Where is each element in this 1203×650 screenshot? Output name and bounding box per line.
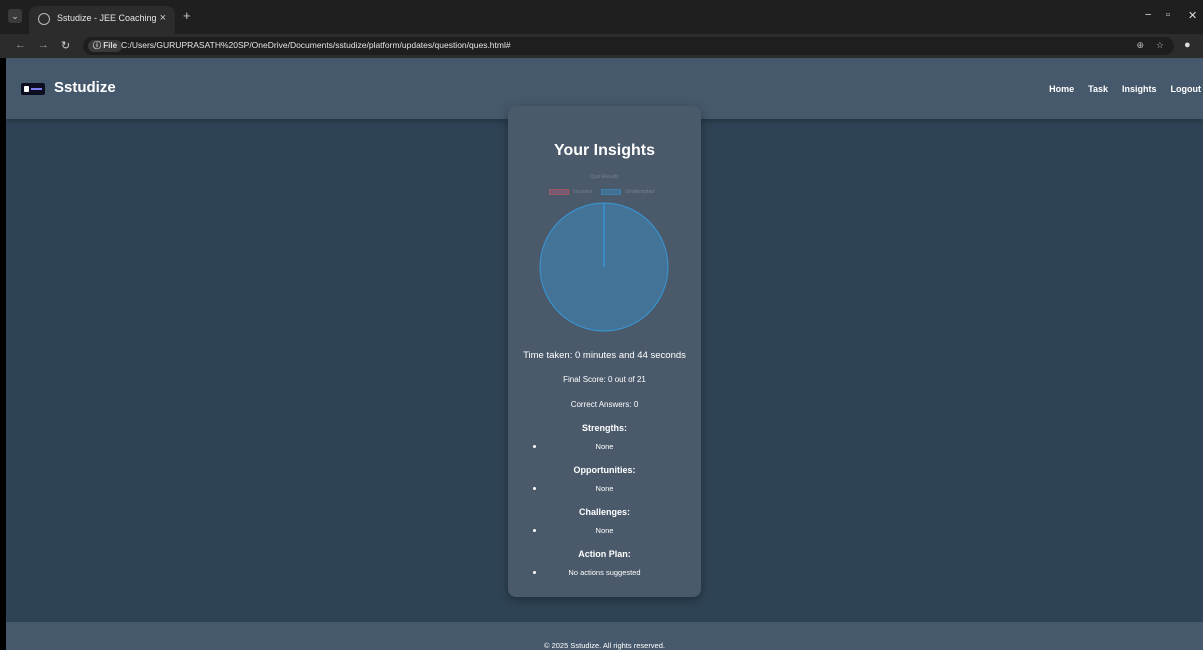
- strengths-item: None: [595, 442, 614, 451]
- results-pie-chart: [539, 202, 669, 332]
- nav-insights[interactable]: Insights: [1122, 84, 1157, 94]
- browser-tab[interactable]: Sstudize - JEE Coaching ×: [29, 6, 175, 34]
- reload-icon[interactable]: ↻: [61, 39, 70, 52]
- tab-close-icon[interactable]: ×: [160, 12, 166, 24]
- url-text[interactable]: C:/Users/GURUPRASATH%20SP/OneDrive/Docum…: [121, 40, 511, 50]
- correct-answers: Correct Answers: 0: [570, 400, 639, 409]
- nav-links: Home Task Insights Logout: [1049, 84, 1201, 94]
- challenges-heading: Challenges:: [578, 507, 630, 517]
- page-viewport: Sstudize Home Task Insights Logout Your …: [6, 58, 1203, 650]
- minimize-icon[interactable]: −: [1145, 9, 1151, 21]
- legend-label-incorrect[interactable]: Incorrect: [573, 189, 592, 195]
- legend-swatch-incorrect[interactable]: [549, 189, 569, 195]
- nav-home[interactable]: Home: [1049, 84, 1074, 94]
- browser-toolbar: ← → ↻ ⓘ File C:/Users/GURUPRASATH%20SP/O…: [0, 34, 1203, 58]
- footer-copyright: © 2025 Sstudize. All rights reserved.: [543, 641, 665, 650]
- final-score: Final Score: 0 out of 21: [563, 375, 646, 384]
- challenges-item: None: [595, 526, 614, 535]
- opportunities-item: None: [595, 484, 614, 493]
- action-plan-heading: Action Plan:: [578, 549, 631, 559]
- browser-tabstrip: ⌄ Sstudize - JEE Coaching × + − ▫ ✕: [0, 0, 1203, 34]
- opportunities-heading: Opportunities:: [573, 465, 636, 475]
- close-window-icon[interactable]: ✕: [1188, 9, 1197, 22]
- forward-icon[interactable]: →: [38, 39, 49, 51]
- profile-icon[interactable]: ●: [1184, 39, 1191, 51]
- strengths-heading: Strengths:: [582, 423, 627, 433]
- nav-logout[interactable]: Logout: [1171, 84, 1202, 94]
- globe-icon: [38, 13, 50, 25]
- bookmark-star-icon[interactable]: ☆: [1156, 40, 1164, 51]
- brand-name[interactable]: Sstudize: [54, 79, 116, 96]
- legend-swatch-unattempted[interactable]: [601, 189, 622, 195]
- zoom-icon[interactable]: ⊕: [1136, 40, 1144, 51]
- address-bar[interactable]: ⓘ File C:/Users/GURUPRASATH%20SP/OneDriv…: [83, 37, 1174, 55]
- tab-search-icon[interactable]: ⌄: [8, 9, 22, 23]
- chart-title: Quiz Results: [590, 174, 619, 180]
- insights-card: Your Insights Quiz Results Incorrect Una…: [508, 106, 701, 597]
- sstudize-logo[interactable]: [21, 83, 45, 95]
- back-icon[interactable]: ←: [15, 39, 26, 51]
- time-taken: Time taken: 0 minutes and 44 seconds: [523, 350, 686, 361]
- insights-title: Your Insights: [553, 142, 656, 159]
- site-info-chip[interactable]: ⓘ File: [88, 40, 123, 52]
- legend-label-unattempted[interactable]: Unattempted: [625, 189, 654, 195]
- site-footer: © 2025 Sstudize. All rights reserved.: [6, 622, 1203, 650]
- nav-task[interactable]: Task: [1088, 84, 1108, 94]
- chart-legend: Incorrect Unattempted: [549, 189, 654, 195]
- restore-icon[interactable]: ▫: [1166, 9, 1170, 21]
- action-plan-item: No actions suggested: [568, 568, 641, 577]
- new-tab-button[interactable]: +: [183, 9, 191, 23]
- tab-title: Sstudize - JEE Coaching: [57, 13, 157, 23]
